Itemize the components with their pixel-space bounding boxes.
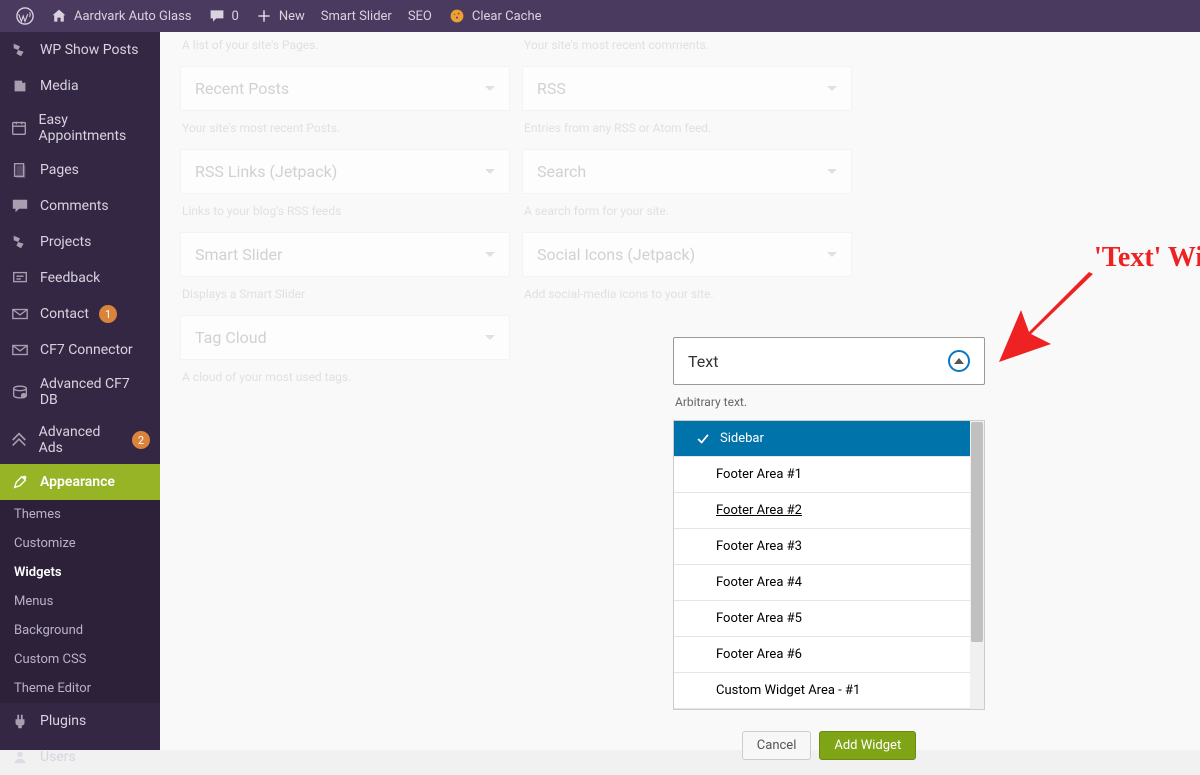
- chevron-down-icon: [485, 169, 495, 174]
- widget-desc: Your site's most recent Posts.: [180, 115, 510, 149]
- widget-desc: Add social-media icons to your site.: [522, 281, 852, 315]
- area-footer-area-1[interactable]: Footer Area #1: [674, 457, 984, 493]
- sidebar-item-contact[interactable]: Contact1: [0, 296, 160, 332]
- widget-action-buttons: Cancel Add Widget: [673, 731, 985, 760]
- cancel-button[interactable]: Cancel: [742, 731, 812, 760]
- area-footer-area-5[interactable]: Footer Area #5: [674, 601, 984, 637]
- badge: 2: [132, 431, 150, 449]
- sidebar-item-comments[interactable]: Comments: [0, 188, 160, 224]
- site-name: Aardvark Auto Glass: [74, 9, 192, 24]
- menu-icon: [10, 472, 30, 492]
- area-custom-widget-area-1[interactable]: Custom Widget Area - #1: [674, 673, 984, 709]
- chevron-up-icon: [948, 350, 970, 372]
- area-footer-area-3[interactable]: Footer Area #3: [674, 529, 984, 565]
- submenu-item-widgets[interactable]: Widgets: [0, 558, 160, 587]
- widget-smart-slider[interactable]: Smart Slider: [180, 232, 510, 277]
- widget-tag-cloud[interactable]: Tag Cloud: [180, 315, 510, 360]
- seo-link[interactable]: SEO: [400, 0, 440, 32]
- menu-icon: [10, 232, 30, 252]
- widget-desc: Displays a Smart Slider: [180, 281, 510, 315]
- widget-recent-posts[interactable]: Recent Posts: [180, 66, 510, 111]
- menu-icon: [10, 747, 30, 767]
- chevron-down-icon: [827, 86, 837, 91]
- submenu-item-background[interactable]: Background: [0, 616, 160, 645]
- sidebar-item-easy-appointments[interactable]: Easy Appointments: [0, 104, 160, 152]
- scrollbar-thumb[interactable]: [971, 422, 983, 642]
- check-icon: [696, 432, 710, 446]
- menu-icon: [10, 430, 29, 450]
- area-footer-area-4[interactable]: Footer Area #4: [674, 565, 984, 601]
- widget-desc: Entries from any RSS or Atom feed.: [522, 115, 852, 149]
- sidebar-item-media[interactable]: Media: [0, 68, 160, 104]
- new-link[interactable]: New: [247, 0, 313, 32]
- cache-icon: [448, 7, 466, 25]
- smart-slider-link[interactable]: Smart Slider: [313, 0, 400, 32]
- widget-desc: Links to your blog's RSS feeds: [180, 198, 510, 232]
- badge: 1: [99, 305, 117, 323]
- sidebar-item-appearance[interactable]: Appearance: [0, 464, 160, 500]
- chevron-down-icon: [485, 335, 495, 340]
- scrollbar[interactable]: [970, 421, 984, 709]
- admin-sidebar: WP Show PostsMediaEasy AppointmentsPages…: [0, 32, 160, 750]
- annotation-label: 'Text' Widget: [1094, 242, 1200, 274]
- widget-desc: Your site's most recent comments.: [522, 32, 852, 66]
- chevron-down-icon: [485, 86, 495, 91]
- wordpress-icon: [16, 7, 34, 25]
- submenu-item-theme-editor[interactable]: Theme Editor: [0, 674, 160, 703]
- menu-icon: [10, 268, 30, 288]
- widget-desc: A search form for your site.: [522, 198, 852, 232]
- wp-logo[interactable]: [8, 0, 42, 32]
- sidebar-item-projects[interactable]: Projects: [0, 224, 160, 260]
- sidebar-item-advanced-ads[interactable]: Advanced Ads2: [0, 416, 160, 464]
- main-content: A list of your site's Pages.Recent Posts…: [160, 32, 1200, 750]
- admin-bar: Aardvark Auto Glass 0 New Smart Slider S…: [0, 0, 1200, 32]
- widget-search[interactable]: Search: [522, 149, 852, 194]
- menu-icon: [10, 304, 30, 324]
- sidebar-item-wp-show-posts[interactable]: WP Show Posts: [0, 32, 160, 68]
- sidebar-item-users[interactable]: Users: [0, 739, 160, 775]
- home-icon: [50, 7, 68, 25]
- menu-icon: [10, 711, 30, 731]
- comments-count: 0: [232, 9, 239, 24]
- widget-desc: A list of your site's Pages.: [180, 32, 510, 66]
- sidebar-item-advanced-cf7-db[interactable]: Advanced CF7 DB: [0, 368, 160, 416]
- area-sidebar[interactable]: Sidebar: [674, 421, 984, 457]
- widget-area-list: SidebarFooter Area #1Footer Area #2Foote…: [673, 420, 985, 710]
- menu-icon: [10, 160, 30, 180]
- sidebar-item-plugins[interactable]: Plugins: [0, 703, 160, 739]
- submenu-item-custom-css[interactable]: Custom CSS: [0, 645, 160, 674]
- widget-title: Text: [688, 352, 718, 371]
- widget-rss[interactable]: RSS: [522, 66, 852, 111]
- submenu-item-customize[interactable]: Customize: [0, 529, 160, 558]
- comment-icon: [208, 7, 226, 25]
- plus-icon: [255, 7, 273, 25]
- menu-icon: [10, 118, 28, 138]
- clear-cache-link[interactable]: Clear Cache: [440, 0, 550, 32]
- chevron-down-icon: [485, 252, 495, 257]
- menu-icon: [10, 40, 30, 60]
- menu-icon: [10, 196, 30, 216]
- submenu-item-menus[interactable]: Menus: [0, 587, 160, 616]
- menu-icon: [10, 340, 30, 360]
- chevron-down-icon: [827, 252, 837, 257]
- widget-social-icons-jetpack-[interactable]: Social Icons (Jetpack): [522, 232, 852, 277]
- chevron-down-icon: [827, 169, 837, 174]
- area-footer-area-6[interactable]: Footer Area #6: [674, 637, 984, 673]
- widget-rss-links-jetpack-[interactable]: RSS Links (Jetpack): [180, 149, 510, 194]
- add-widget-button[interactable]: Add Widget: [819, 731, 916, 760]
- menu-icon: [10, 382, 30, 402]
- sidebar-item-pages[interactable]: Pages: [0, 152, 160, 188]
- widget-text[interactable]: Text: [673, 337, 985, 385]
- sidebar-item-cf7-connector[interactable]: CF7 Connector: [0, 332, 160, 368]
- annotation-arrow: 'Text' Widget: [999, 232, 1119, 366]
- sidebar-item-feedback[interactable]: Feedback: [0, 260, 160, 296]
- submenu-item-themes[interactable]: Themes: [0, 500, 160, 529]
- new-label: New: [279, 9, 305, 24]
- comments-link[interactable]: 0: [200, 0, 247, 32]
- area-footer-area-2[interactable]: Footer Area #2: [674, 493, 984, 529]
- site-name-link[interactable]: Aardvark Auto Glass: [42, 0, 200, 32]
- menu-icon: [10, 76, 30, 96]
- widget-desc: A cloud of your most used tags.: [180, 364, 510, 398]
- widget-desc: Arbitrary text.: [673, 389, 985, 423]
